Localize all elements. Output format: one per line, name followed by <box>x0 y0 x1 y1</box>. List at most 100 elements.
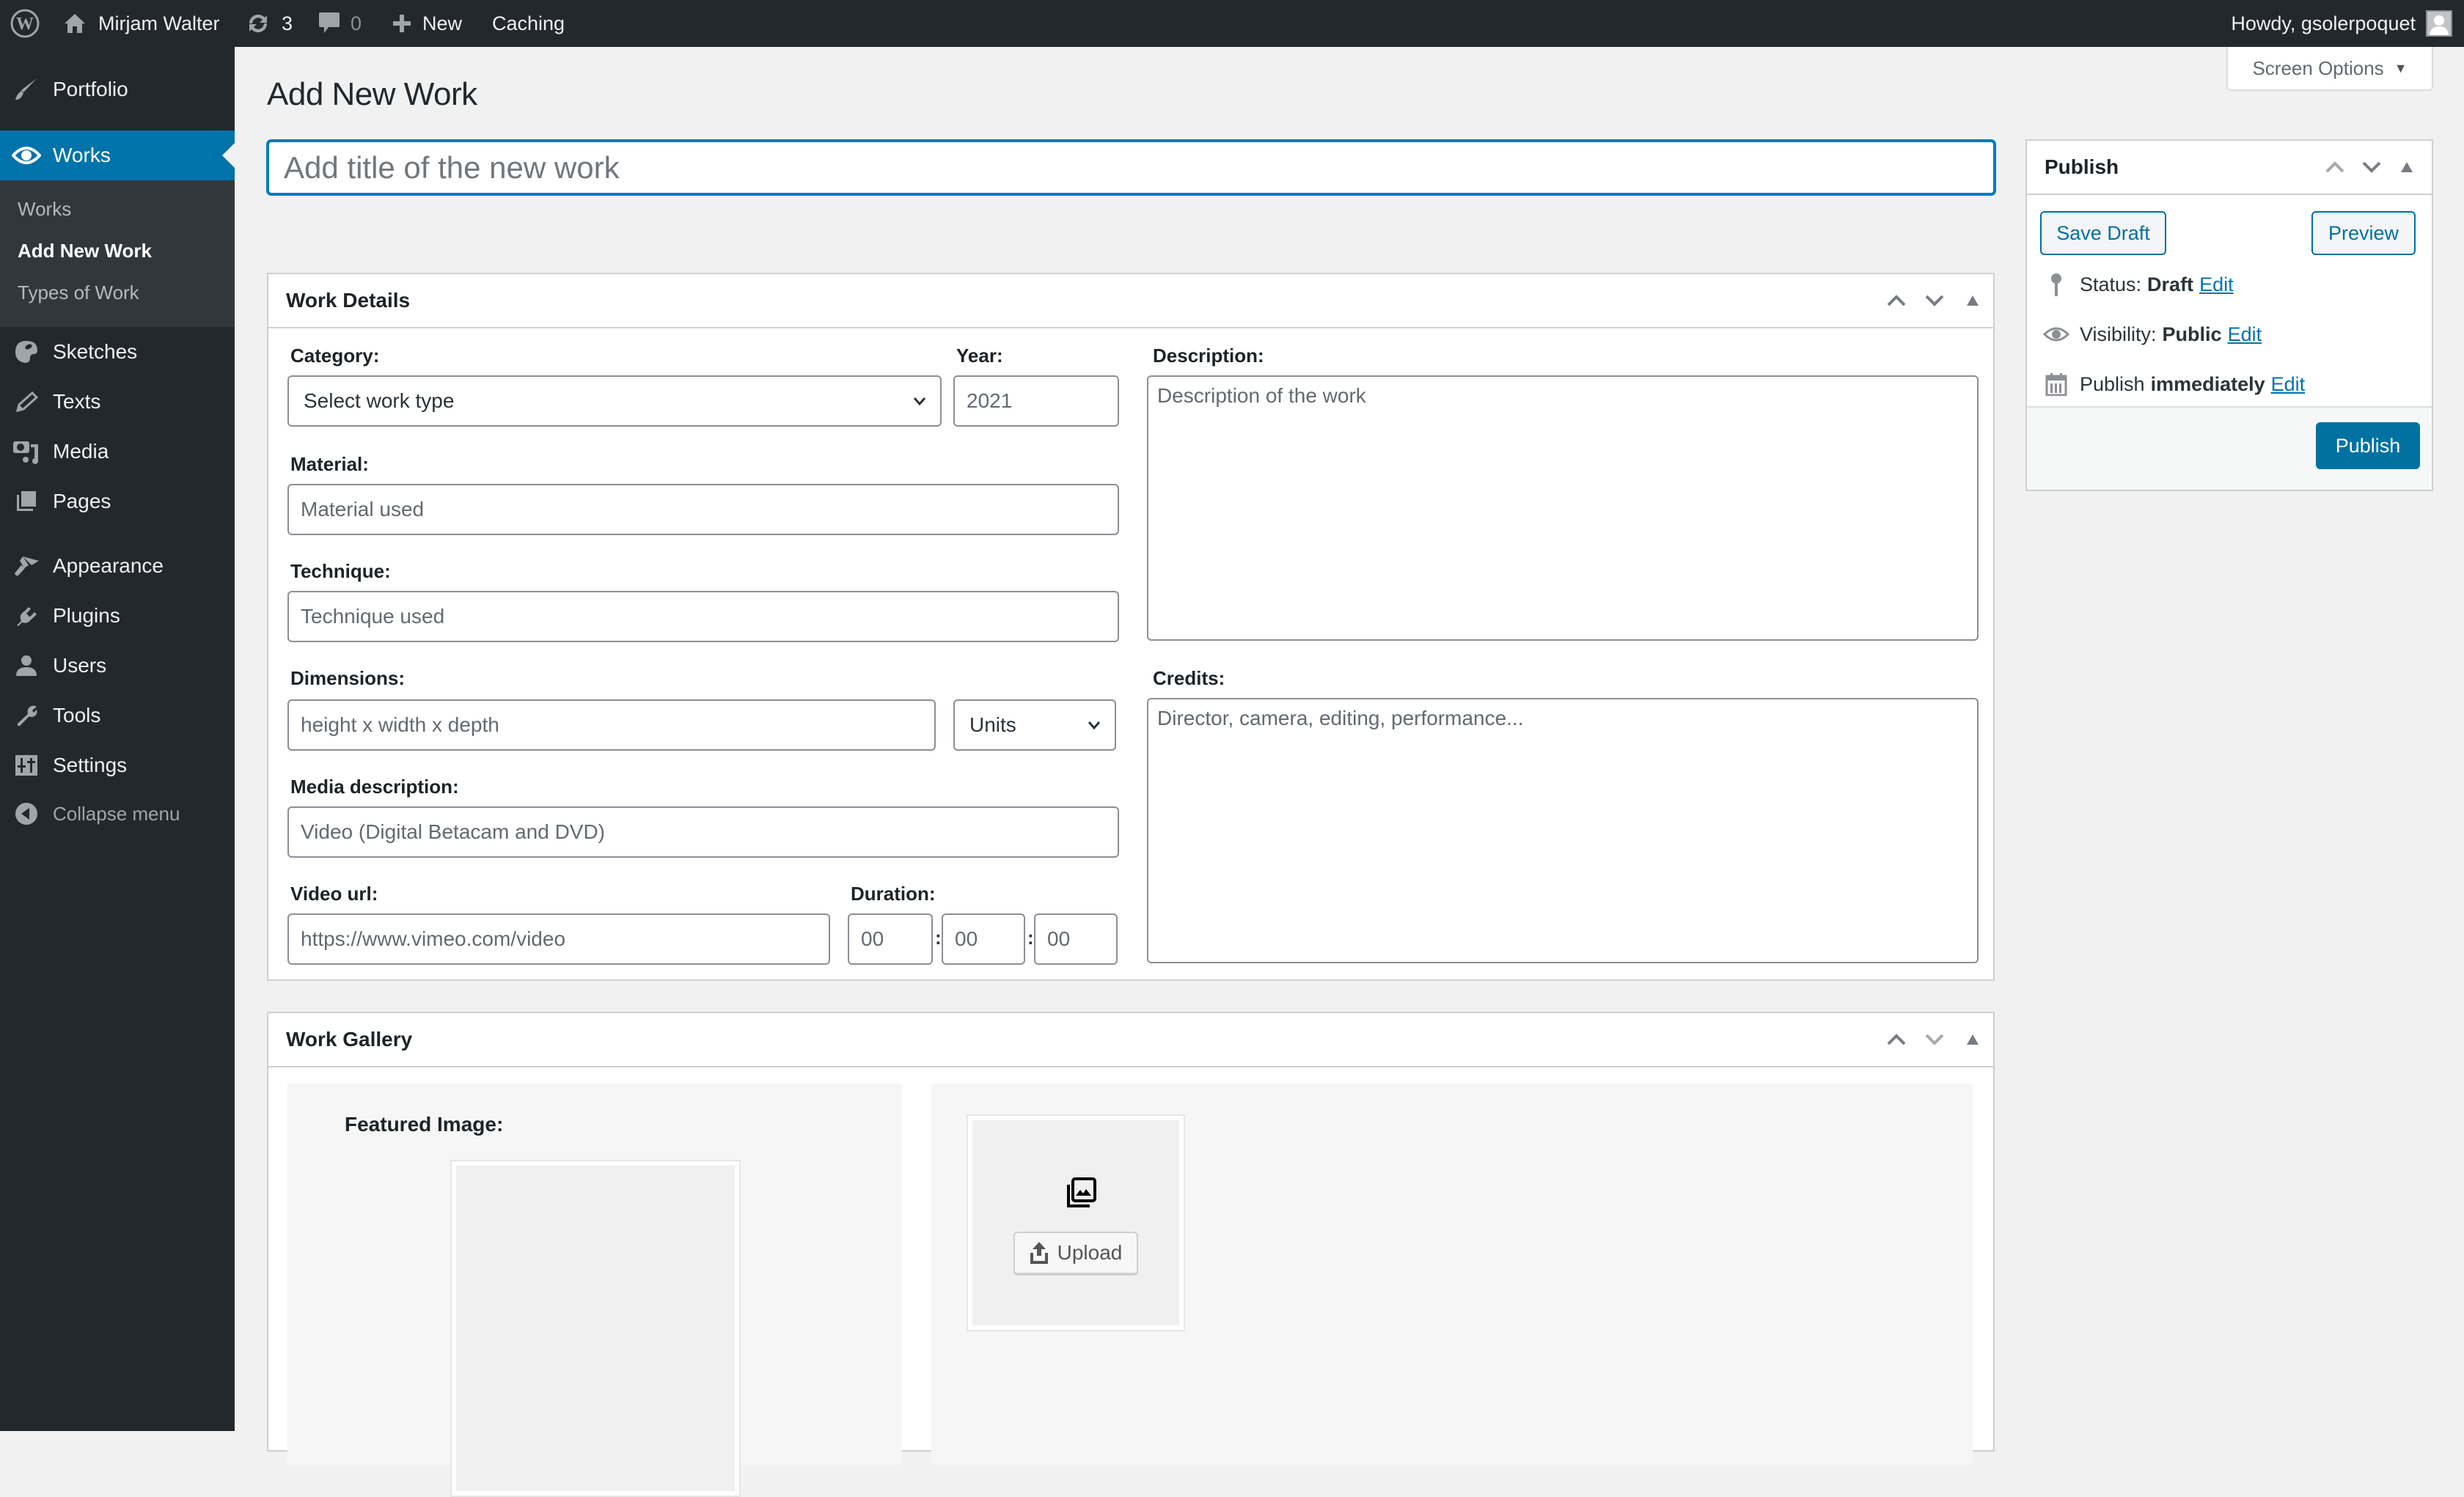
edit-schedule-link[interactable]: Edit <box>2271 373 2306 396</box>
work-gallery-title: Work Gallery <box>286 1028 413 1051</box>
comment-icon <box>318 11 340 36</box>
media-description-label: Media description: <box>290 776 459 798</box>
sidebar-item-label: Portfolio <box>53 78 128 100</box>
sidebar-item-portfolio[interactable]: Portfolio <box>0 65 235 114</box>
toggle-panel-button[interactable] <box>2392 152 2421 182</box>
account-menu[interactable]: Howdy, gsolerpoquet <box>2231 0 2452 47</box>
units-selected-value: Units <box>969 713 1016 736</box>
settings-icon <box>12 751 41 780</box>
sidebar-item-plugins[interactable]: Plugins <box>0 591 235 641</box>
submenu-item-works[interactable]: Works <box>18 198 71 221</box>
submenu-item-add-new-work[interactable]: Add New Work <box>18 240 152 262</box>
greeting: Howdy, gsolerpoquet <box>2231 12 2416 34</box>
work-details-title: Work Details <box>286 289 411 312</box>
chevron-down-icon <box>1925 295 1944 306</box>
gallery-upload-tile: Upload <box>967 1114 1185 1331</box>
pages-icon <box>12 487 41 516</box>
sidebar-item-label: Texts <box>53 390 101 413</box>
visibility-row: Visibility: Public Edit <box>2042 320 2262 349</box>
featured-image-placeholder[interactable] <box>450 1160 741 1497</box>
eye-icon <box>12 141 41 170</box>
submenu-item-types-of-work[interactable]: Types of Work <box>18 282 139 304</box>
duration-separator: : <box>935 927 942 949</box>
move-down-button[interactable] <box>1920 286 1949 315</box>
triangle-up-icon <box>2401 162 2413 172</box>
chevron-up-icon <box>1887 1034 1906 1045</box>
svg-text:W: W <box>16 15 34 34</box>
description-textarea[interactable] <box>1147 375 1979 641</box>
move-down-button[interactable] <box>2357 152 2386 182</box>
sidebar-item-users[interactable]: Users <box>0 641 235 691</box>
updates-link[interactable]: 3 <box>245 0 293 47</box>
duration-minutes-input[interactable] <box>942 913 1025 965</box>
technique-input[interactable] <box>287 591 1119 642</box>
featured-image-panel: Featured Image: <box>287 1084 902 1497</box>
upload-button[interactable]: Upload <box>1013 1232 1138 1276</box>
work-gallery-header: Work Gallery <box>268 1013 1993 1067</box>
sidebar-item-tools[interactable]: Tools <box>0 691 235 740</box>
sidebar-item-label: Pages <box>53 490 111 512</box>
updates-icon <box>245 10 271 37</box>
chevron-down-icon <box>1925 1034 1944 1045</box>
sidebar-item-label: Tools <box>53 704 101 727</box>
comments-link[interactable]: 0 <box>318 0 362 47</box>
schedule-label: Publish <box>2080 372 2145 395</box>
upload-icon <box>1030 1242 1048 1264</box>
collapse-menu-button[interactable]: Collapse menu <box>0 789 235 839</box>
description-label: Description: <box>1153 345 1264 367</box>
work-gallery-box: Work Gallery Featured Image: Upload <box>267 1012 1995 1497</box>
gallery-images-panel: Upload <box>931 1084 1973 1465</box>
duration-label: Duration: <box>851 883 936 905</box>
toggle-panel-button[interactable] <box>1958 286 1987 315</box>
paintbrush-icon <box>12 75 41 104</box>
credits-textarea[interactable] <box>1147 698 1979 963</box>
year-label: Year: <box>956 345 1003 367</box>
preview-button[interactable]: Preview <box>2311 211 2416 255</box>
sidebar-item-appearance[interactable]: Appearance <box>0 541 235 591</box>
duration-hours-input[interactable] <box>848 913 933 965</box>
publish-button[interactable]: Publish <box>2316 422 2420 469</box>
pin-icon <box>2042 270 2071 299</box>
sidebar-item-label: Settings <box>53 754 128 776</box>
sidebar-item-sketches[interactable]: Sketches <box>0 327 235 377</box>
sidebar-item-pages[interactable]: Pages <box>0 477 235 526</box>
sidebar-item-label: Media <box>53 440 109 463</box>
collapse-arrow-icon <box>12 799 41 828</box>
appearance-brush-icon <box>12 551 41 581</box>
sidebar-item-texts[interactable]: Texts <box>0 377 235 427</box>
publish-header: Publish <box>2027 141 2432 195</box>
move-up-button[interactable] <box>2320 152 2350 182</box>
chevron-down-icon <box>1088 721 1101 730</box>
screen-options-button[interactable]: Screen Options ▼ <box>2226 47 2433 91</box>
move-up-button[interactable] <box>1882 286 1911 315</box>
sidebar-item-media[interactable]: Media <box>0 427 235 477</box>
status-value: Draft <box>2147 273 2194 295</box>
sidebar-item-settings[interactable]: Settings <box>0 740 235 790</box>
wordpress-logo-icon: W <box>10 9 40 38</box>
wordpress-logo-button[interactable]: W <box>10 0 40 47</box>
year-input[interactable] <box>953 375 1119 427</box>
save-draft-button[interactable]: Save Draft <box>2040 211 2166 255</box>
category-select[interactable]: Select work type <box>287 375 942 427</box>
duration-seconds-input[interactable] <box>1034 913 1118 965</box>
material-input[interactable] <box>287 484 1119 535</box>
site-name-link[interactable]: Mirjam Walter <box>63 0 220 47</box>
edit-visibility-link[interactable]: Edit <box>2228 323 2262 346</box>
dimensions-input[interactable] <box>287 699 936 751</box>
edit-status-link[interactable]: Edit <box>2199 273 2234 296</box>
video-url-input[interactable] <box>287 913 830 965</box>
wrench-icon <box>12 701 41 730</box>
new-content-link[interactable]: New <box>392 0 462 47</box>
work-title-input[interactable] <box>267 140 1995 195</box>
status-row: Status: Draft Edit <box>2042 270 2234 299</box>
publish-actions: Publish <box>2027 406 2432 490</box>
category-label: Category: <box>290 345 380 367</box>
toggle-panel-button[interactable] <box>1958 1025 1987 1054</box>
caching-link[interactable]: Caching <box>492 0 565 47</box>
move-down-button[interactable] <box>1920 1025 1949 1054</box>
sidebar-item-works[interactable]: Works <box>0 130 235 180</box>
media-description-input[interactable] <box>287 806 1119 858</box>
units-select[interactable]: Units <box>953 699 1116 751</box>
move-up-button[interactable] <box>1882 1025 1911 1054</box>
active-indicator <box>222 143 235 168</box>
